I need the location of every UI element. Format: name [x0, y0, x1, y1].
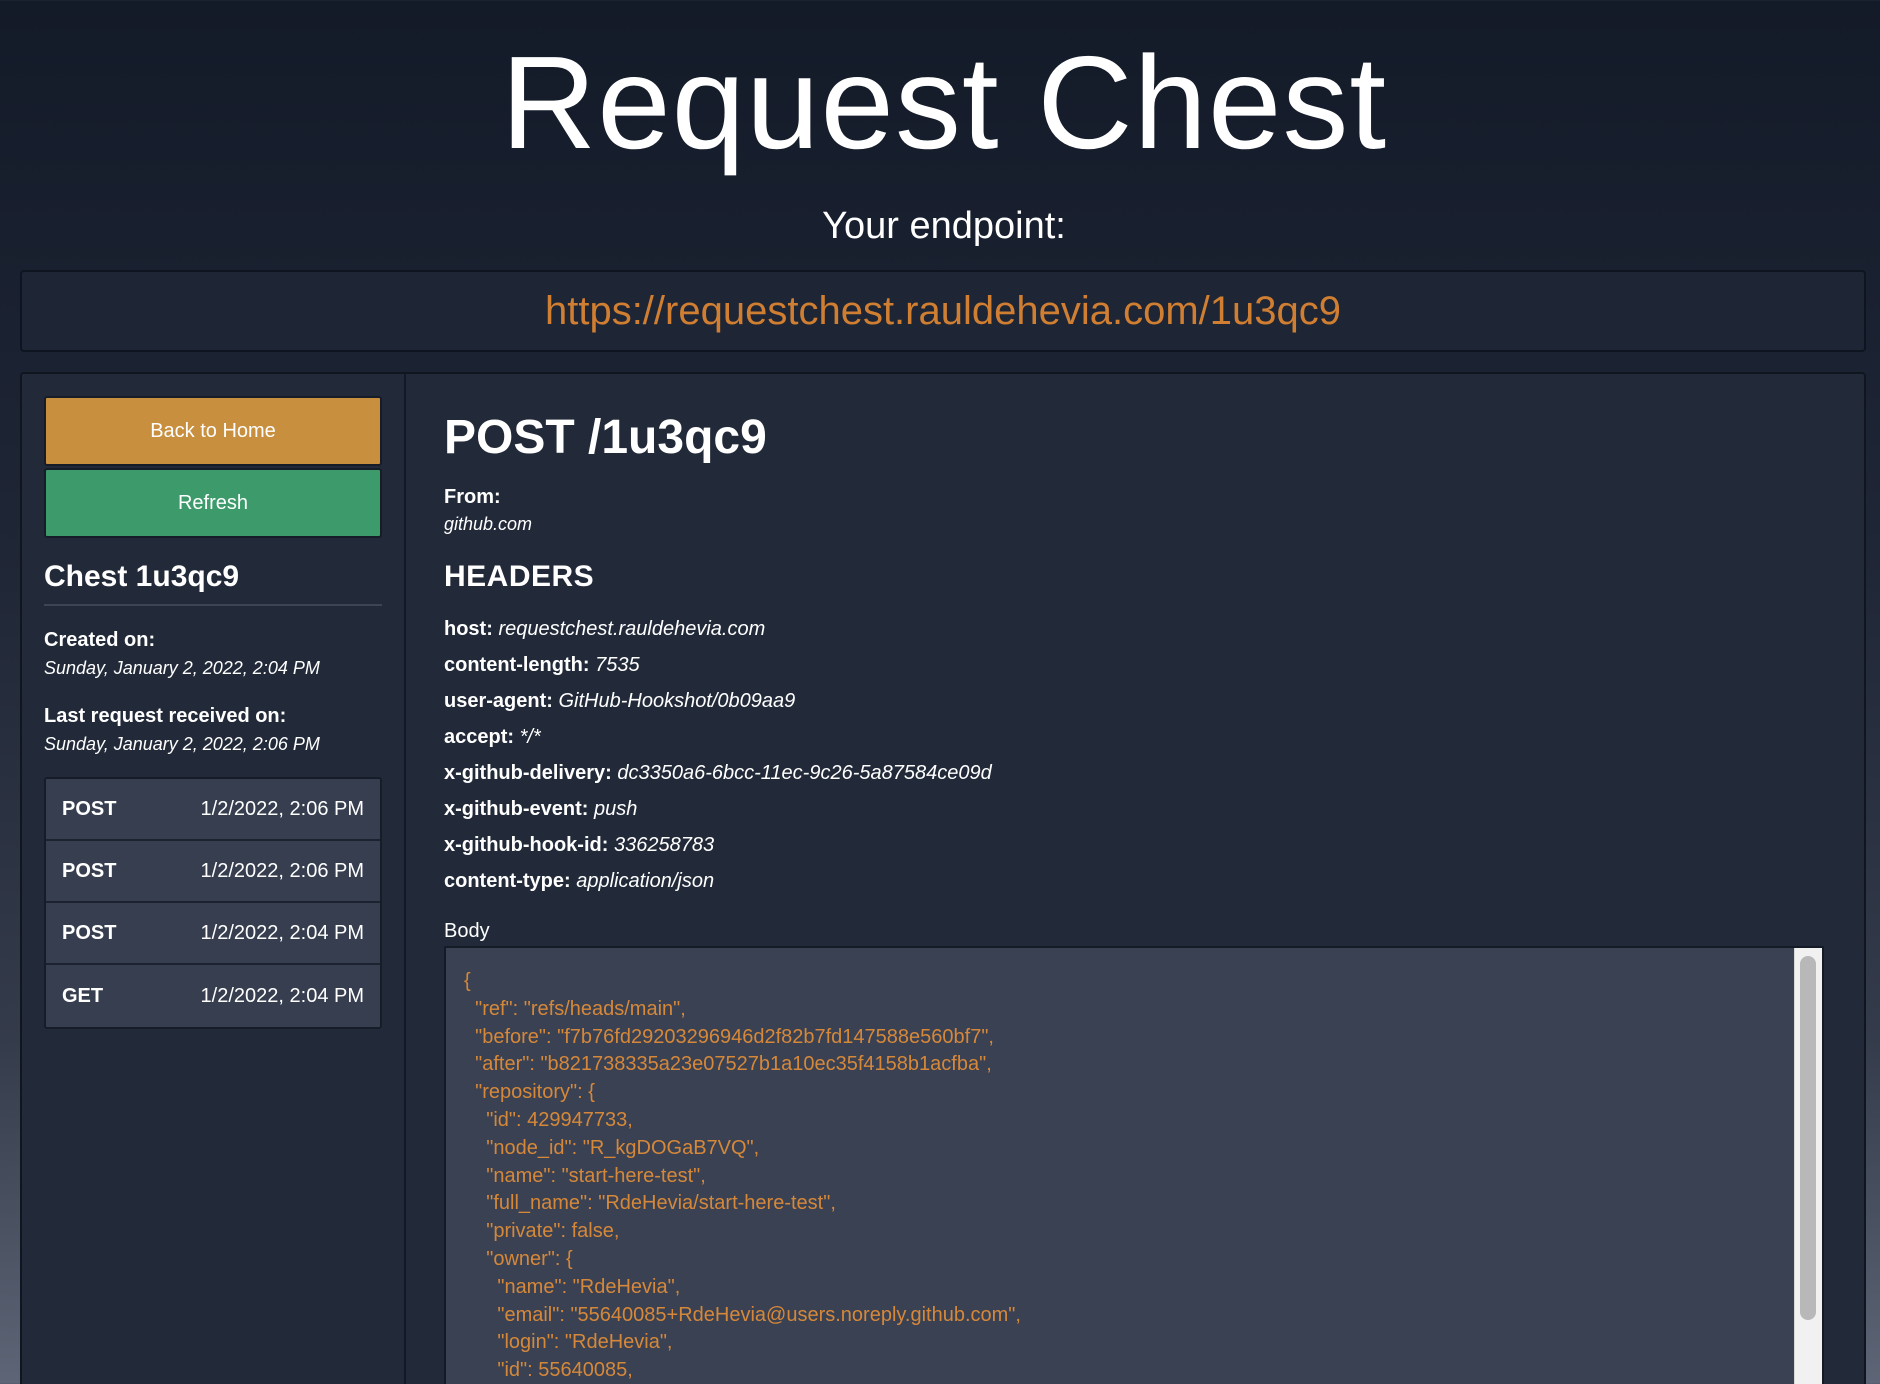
header-key: x-github-delivery: [444, 762, 612, 784]
request-time: 1/2/2022, 2:04 PM [200, 921, 364, 944]
header-value: 336258783 [613, 834, 715, 856]
header-row: host: requestchest.rauldehevia.com [444, 618, 765, 641]
headers-title: HEADERS [444, 560, 595, 593]
header-key: content-type: [444, 870, 571, 892]
header-row: content-length: 7535 [444, 654, 640, 677]
endpoint-label: Your endpoint: [822, 205, 1066, 247]
header-value: push [594, 798, 638, 820]
request-time: 1/2/2022, 2:06 PM [200, 859, 364, 882]
header-row: x-github-hook-id: 336258783 [444, 834, 714, 857]
created-value: Sunday, January 2, 2022, 2:04 PM [44, 658, 320, 678]
main-panel: Back to Home Refresh Chest 1u3qc9 Create… [20, 372, 1866, 1384]
request-heading: POST /1u3qc9 [444, 411, 767, 464]
request-list-item[interactable]: POST 1/2/2022, 2:04 PM [46, 903, 380, 965]
header-row: content-type: application/json [444, 870, 714, 893]
request-method: POST [62, 859, 117, 882]
request-list: POST 1/2/2022, 2:06 PM POST 1/2/2022, 2:… [44, 777, 382, 1029]
header-key: x-github-hook-id: [444, 834, 609, 856]
request-method: POST [62, 921, 117, 944]
request-method: POST [62, 797, 117, 820]
from-value: github.com [444, 514, 533, 534]
request-list-item[interactable]: POST 1/2/2022, 2:06 PM [46, 841, 380, 903]
header-row: user-agent: GitHub-Hookshot/0b09aa9 [444, 690, 795, 713]
header-value: 7535 [595, 654, 640, 676]
header-row: x-github-event: push [444, 798, 637, 821]
header-key: content-length: [444, 654, 590, 676]
endpoint-box: https://requestchest.rauldehevia.com/1u3… [20, 270, 1866, 352]
header-row: accept: */* [444, 726, 541, 749]
request-list-item[interactable]: GET 1/2/2022, 2:04 PM [46, 965, 380, 1027]
refresh-button[interactable]: Refresh [44, 468, 382, 538]
header-key: user-agent: [444, 690, 553, 712]
last-request-value: Sunday, January 2, 2022, 2:06 PM [44, 734, 320, 754]
header-key: accept: [444, 726, 515, 748]
body-textarea[interactable]: { "ref": "refs/heads/main", "before": "f… [444, 946, 1824, 1384]
request-time: 1/2/2022, 2:06 PM [200, 797, 364, 820]
request-list-item[interactable]: POST 1/2/2022, 2:06 PM [46, 779, 380, 841]
request-time: 1/2/2022, 2:04 PM [200, 984, 364, 1007]
body-label: Body [444, 920, 490, 942]
last-request-label: Last request received on: [44, 705, 287, 727]
app-title: Request Chest [500, 29, 1388, 176]
header-value: requestchest.rauldehevia.com [498, 618, 766, 640]
body-scrollbar[interactable] [1794, 948, 1822, 1384]
header-key: x-github-event: [444, 798, 589, 820]
header-key: host: [444, 618, 493, 640]
from-label: From: [444, 486, 501, 508]
sidebar: Back to Home Refresh Chest 1u3qc9 Create… [22, 374, 406, 1384]
created-label: Created on: [44, 629, 156, 651]
endpoint-url[interactable]: https://requestchest.rauldehevia.com/1u3… [545, 289, 1341, 334]
header-value: dc3350a6-6bcc-11ec-9c26-5a87584ce09d [617, 762, 992, 784]
header-value: application/json [576, 870, 715, 892]
body-content: { "ref": "refs/heads/main", "before": "f… [464, 970, 1021, 1382]
chest-title: Chest 1u3qc9 [44, 560, 382, 606]
header-value: GitHub-Hookshot/0b09aa9 [558, 690, 796, 712]
header-value: */* [519, 726, 541, 748]
header-row: x-github-delivery: dc3350a6-6bcc-11ec-9c… [444, 762, 992, 785]
request-method: GET [62, 984, 104, 1007]
scrollbar-thumb[interactable] [1800, 956, 1816, 1320]
back-to-home-button[interactable]: Back to Home [44, 396, 382, 466]
request-detail: POST /1u3qc9 From: github.com HEADERS ho… [424, 374, 1864, 1384]
